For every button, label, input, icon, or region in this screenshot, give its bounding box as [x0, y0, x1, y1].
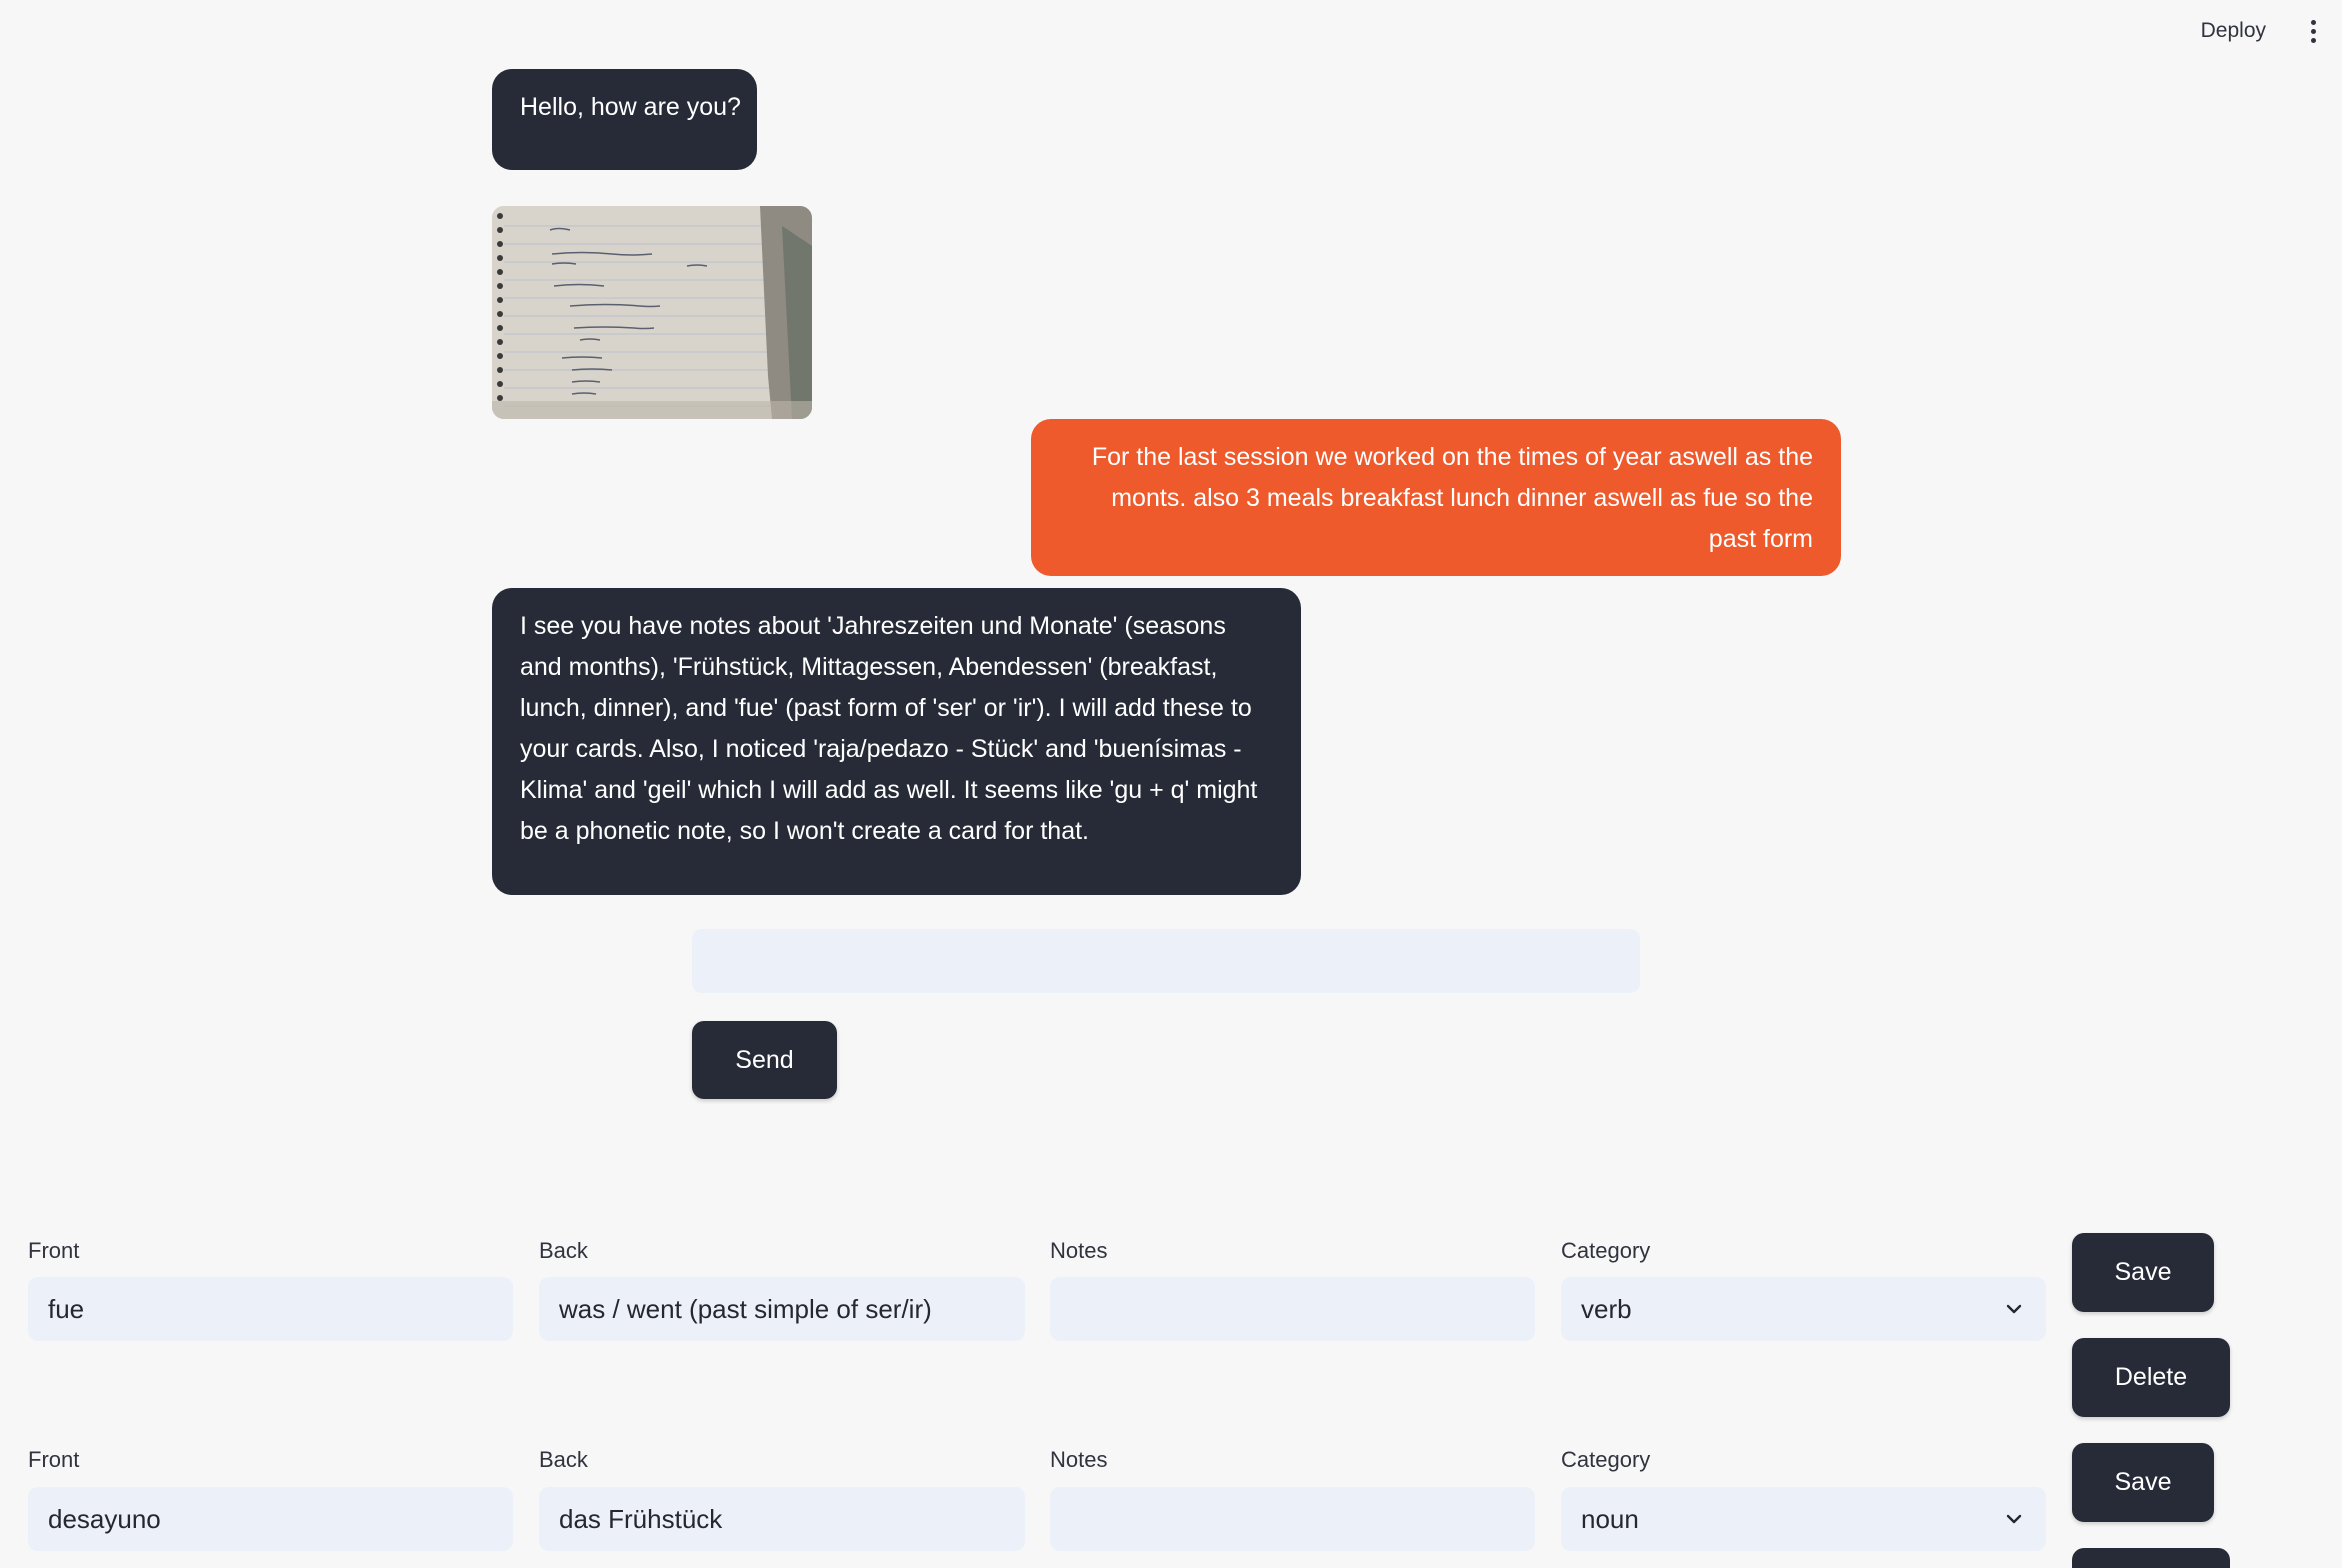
category-label: Category: [1561, 1447, 1651, 1472]
message-text: I see you have notes about 'Jahreszeiten…: [520, 612, 1258, 845]
assistant-message: Hello, how are you?: [492, 69, 757, 170]
category-select[interactable]: noun: [1561, 1487, 2046, 1551]
delete-button[interactable]: Delete: [2072, 1338, 2230, 1417]
chevron-down-icon: [2006, 1514, 2022, 1524]
chat-input[interactable]: [692, 929, 1640, 993]
user-message: For the last session we worked on the ti…: [1031, 419, 1841, 576]
front-label: Front: [28, 1447, 80, 1472]
back-label: Back: [539, 1238, 588, 1263]
notes-label: Notes: [1050, 1238, 1108, 1263]
back-label: Back: [539, 1447, 588, 1472]
send-button[interactable]: Send: [692, 1021, 837, 1099]
front-label: Front: [28, 1238, 80, 1263]
notes-input[interactable]: [1050, 1277, 1535, 1341]
notes-label: Notes: [1050, 1447, 1108, 1472]
category-value: noun: [1581, 1503, 1639, 1534]
top-bar: Deploy: [0, 0, 2342, 60]
category-select[interactable]: verb: [1561, 1277, 2046, 1341]
category-value: verb: [1581, 1293, 1632, 1324]
delete-button[interactable]: [2072, 1548, 2230, 1568]
back-input[interactable]: was / went (past simple of ser/ir): [539, 1277, 1025, 1341]
notebook-photo-icon: [492, 206, 812, 419]
front-input[interactable]: fue: [28, 1277, 513, 1341]
message-text: Hello, how are you?: [520, 93, 741, 121]
save-button[interactable]: Save: [2072, 1233, 2214, 1312]
message-text: For the last session we worked on the ti…: [1091, 443, 1813, 553]
assistant-message: I see you have notes about 'Jahreszeiten…: [492, 588, 1301, 895]
notes-input[interactable]: [1050, 1487, 1535, 1551]
front-input[interactable]: desayuno: [28, 1487, 513, 1551]
uploaded-notebook-image: [492, 206, 812, 419]
save-button[interactable]: Save: [2072, 1443, 2214, 1522]
back-input[interactable]: das Frühstück: [539, 1487, 1025, 1551]
chevron-down-icon: [2006, 1304, 2022, 1314]
kebab-menu-icon[interactable]: [2309, 20, 2317, 44]
category-label: Category: [1561, 1238, 1651, 1263]
deploy-button[interactable]: Deploy: [2201, 15, 2266, 47]
